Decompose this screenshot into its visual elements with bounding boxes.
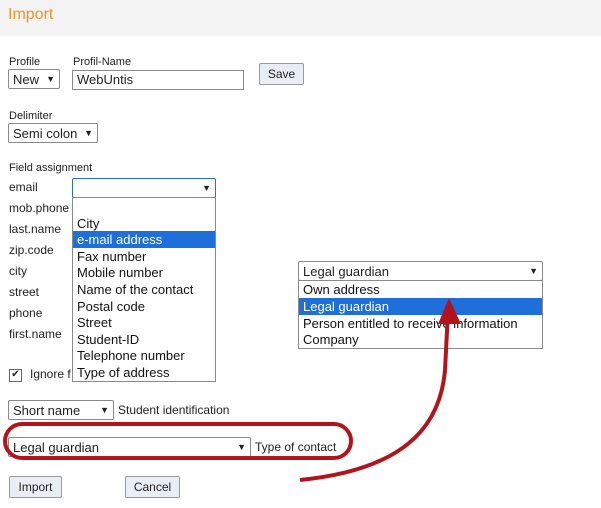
field-mob-phone: mob.phone xyxy=(9,201,70,215)
ignore-checkbox-label: Ignore f xyxy=(30,367,71,381)
email-mapping-dropdown[interactable]: City e-mail address Fax number Mobile nu… xyxy=(72,197,216,382)
import-button[interactable]: Import xyxy=(9,476,62,498)
email-mapping-select[interactable]: ▼ xyxy=(72,178,216,198)
cancel-button[interactable]: Cancel xyxy=(125,476,180,498)
chevron-down-icon: ▼ xyxy=(46,74,55,84)
dropdown-option[interactable]: Type of address xyxy=(73,364,215,381)
dropdown-option-selected[interactable]: Legal guardian xyxy=(299,298,542,315)
dropdown-option[interactable]: Postal code xyxy=(73,298,215,315)
title-bar: Import xyxy=(0,0,601,36)
dropdown-option[interactable]: Own address xyxy=(299,281,542,298)
ignore-checkbox[interactable]: ✔ xyxy=(9,369,22,382)
save-button[interactable]: Save xyxy=(259,63,304,85)
chevron-down-icon: ▼ xyxy=(84,128,93,138)
profile-select-value: New xyxy=(13,72,40,87)
annotation-highlight-ellipse xyxy=(3,422,353,460)
field-assignment-label: Field assignment xyxy=(9,162,93,174)
profile-label: Profile xyxy=(9,56,41,68)
delimiter-label: Delimiter xyxy=(9,110,53,122)
field-street: street xyxy=(9,285,40,299)
dropdown-option[interactable]: Street xyxy=(73,314,215,331)
contact-type-dropdown[interactable]: Own address Legal guardian Person entitl… xyxy=(298,280,543,349)
dropdown-option[interactable]: Person entitled to receive information xyxy=(299,315,542,332)
field-first-name: first.name xyxy=(9,327,62,341)
delimiter-select[interactable]: Semi colon ▼ xyxy=(8,123,98,143)
delimiter-select-value: Semi colon xyxy=(13,126,78,141)
profile-select[interactable]: New ▼ xyxy=(8,69,60,89)
field-last-name: last.name xyxy=(9,222,62,236)
dropdown-option[interactable]: Fax number xyxy=(73,248,215,265)
chevron-down-icon: ▼ xyxy=(100,405,109,415)
contact-type-select[interactable]: Legal guardian ▼ xyxy=(298,261,543,281)
field-phone: phone xyxy=(9,306,43,320)
dropdown-option[interactable]: Mobile number xyxy=(73,264,215,281)
window-title: Import xyxy=(8,6,54,23)
dropdown-option[interactable]: City xyxy=(73,215,215,232)
dropdown-option[interactable]: Company xyxy=(299,331,542,348)
field-email: email xyxy=(9,180,38,194)
chevron-down-icon: ▼ xyxy=(529,266,538,276)
profile-name-label: Profil-Name xyxy=(73,56,132,68)
field-zip-code: zip.code xyxy=(9,243,54,257)
dropdown-option-selected[interactable]: e-mail address xyxy=(73,231,215,248)
student-identification-select[interactable]: Short name ▼ xyxy=(8,400,114,420)
dropdown-option[interactable]: Student-ID xyxy=(73,331,215,348)
student-identification-value: Short name xyxy=(13,403,81,418)
student-identification-label: Student identification xyxy=(118,403,230,417)
dropdown-option[interactable]: Telephone number xyxy=(73,347,215,364)
profile-name-input[interactable]: WebUntis xyxy=(72,70,244,90)
contact-type-select-value: Legal guardian xyxy=(303,264,390,279)
field-city: city xyxy=(9,264,27,278)
profile-name-value: WebUntis xyxy=(77,72,134,87)
dropdown-option[interactable]: Name of the contact xyxy=(73,281,215,298)
chevron-down-icon: ▼ xyxy=(202,183,211,193)
